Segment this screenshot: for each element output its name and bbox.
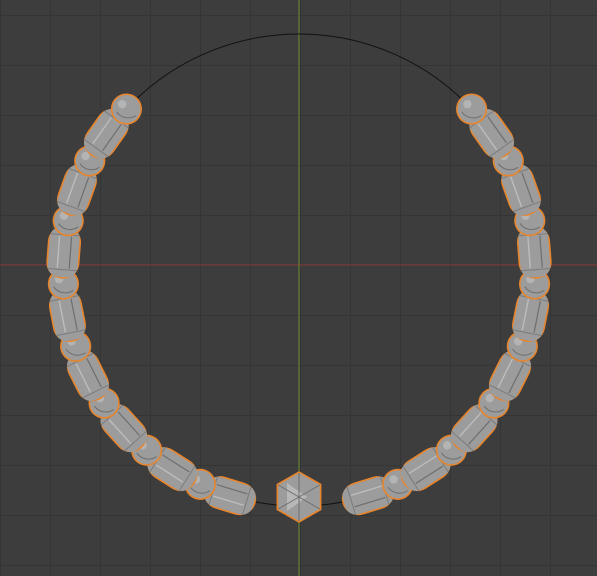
viewport-scene[interactable] [0, 0, 597, 576]
3d-viewport[interactable] [0, 0, 597, 576]
pendant-bead[interactable] [276, 471, 322, 523]
sphere-bead[interactable] [110, 93, 143, 125]
sphere-bead[interactable] [455, 93, 488, 125]
